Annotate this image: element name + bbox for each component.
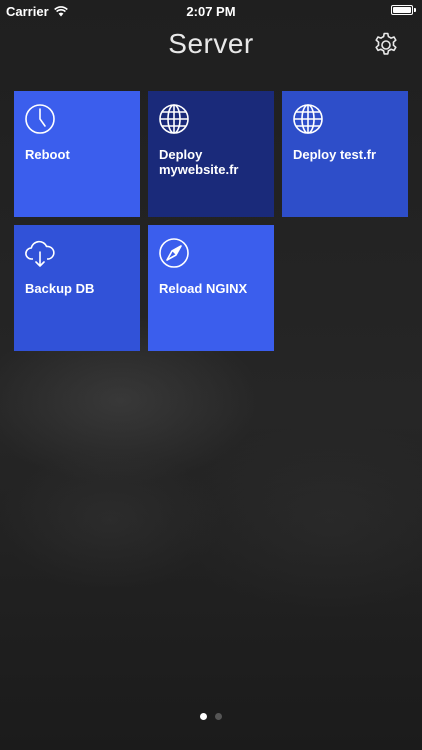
compass-icon <box>159 238 189 268</box>
page-indicator[interactable] <box>0 713 422 720</box>
cloud-download-icon <box>25 240 55 267</box>
gear-icon <box>375 32 397 55</box>
page-dot[interactable] <box>200 713 207 720</box>
globe-icon <box>293 104 323 134</box>
settings-button[interactable] <box>372 31 400 59</box>
header: Server <box>0 22 422 68</box>
tile-reload-nginx[interactable]: Reload NGINX <box>148 225 274 351</box>
battery-icon <box>391 5 413 15</box>
globe-icon <box>159 104 189 134</box>
page-dot[interactable] <box>215 713 222 720</box>
tile-label: Reload NGINX <box>159 281 248 296</box>
tile-deploy-mywebsite[interactable]: Deploy mywebsite.fr <box>148 91 274 217</box>
tile-label: Deploy mywebsite.fr <box>159 147 239 177</box>
page-title: Server <box>168 28 254 59</box>
status-time: 2:07 PM <box>186 4 236 19</box>
clock-icon <box>25 104 55 134</box>
tile-label: Backup DB <box>25 281 95 296</box>
tile-reboot[interactable]: Reboot <box>14 91 140 217</box>
tile-label: Reboot <box>25 147 70 162</box>
tile-deploy-test[interactable]: Deploy test.fr <box>282 91 408 217</box>
tile-label: Deploy test.fr <box>293 147 377 162</box>
status-right <box>391 5 416 15</box>
tile-backup-db[interactable]: Backup DB <box>14 225 140 351</box>
status-bar: Carrier 2:07 PM <box>0 0 422 22</box>
battery-cap <box>414 8 416 12</box>
battery-level-fill <box>393 7 411 13</box>
